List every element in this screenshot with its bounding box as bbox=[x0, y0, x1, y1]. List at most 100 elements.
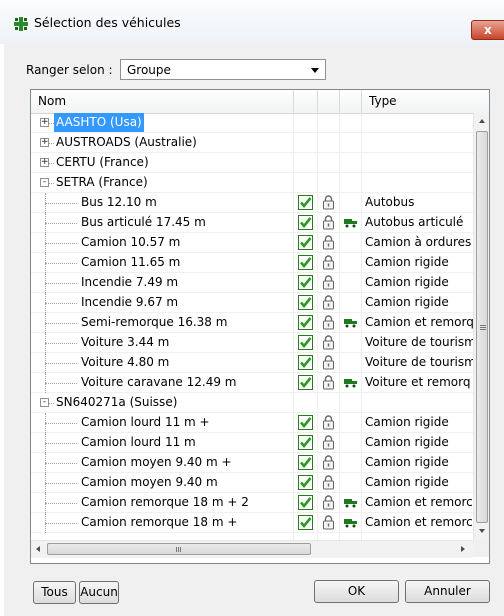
ok-button[interactable]: OK bbox=[314, 580, 399, 603]
checkbox-checked-icon[interactable] bbox=[298, 415, 313, 430]
horizontal-scroll-thumb[interactable] bbox=[47, 543, 311, 555]
tree-vehicle-row[interactable]: Camion moyen 9.40 m + Camion rigide bbox=[31, 453, 473, 473]
row-type: Voiture et remorq bbox=[365, 375, 471, 389]
column-header-name[interactable]: Nom bbox=[38, 94, 66, 108]
scroll-right-icon[interactable] bbox=[461, 546, 465, 552]
padlock-icon bbox=[323, 315, 334, 330]
tree-vehicle-row[interactable]: Camion lourd 11 m Camion rigide bbox=[31, 433, 473, 453]
collapse-icon[interactable]: - bbox=[40, 178, 49, 187]
close-button[interactable]: x bbox=[471, 20, 504, 40]
tree-connector bbox=[45, 463, 77, 464]
tree-vehicle-row[interactable]: Incendie 7.49 m Camion rigide bbox=[31, 273, 473, 293]
tree-vehicle-row[interactable]: Camion 10.57 m Camion à ordures bbox=[31, 233, 473, 253]
row-type: Camion rigide bbox=[365, 275, 449, 289]
tree-vehicle-row[interactable]: Camion remorque 18 m + Camion et remorc bbox=[31, 513, 473, 533]
row-name: Camion moyen 9.40 m bbox=[81, 475, 218, 489]
row-type: Camion rigide bbox=[365, 475, 449, 489]
sort-select[interactable]: Groupe bbox=[120, 59, 326, 80]
tree-connector bbox=[45, 343, 77, 344]
checkbox-checked-icon[interactable] bbox=[298, 275, 313, 290]
row-type: Camion et remorc bbox=[365, 515, 473, 529]
tree-group-row[interactable]: + CERTU (France) bbox=[31, 153, 473, 173]
vertical-scroll-thumb[interactable] bbox=[476, 131, 488, 523]
row-type: Camion rigide bbox=[365, 295, 449, 309]
row-type: Camion et remorq bbox=[365, 315, 473, 329]
sort-label: Ranger selon : bbox=[26, 63, 113, 77]
row-type: Autobus bbox=[365, 195, 415, 209]
row-name: Bus 12.10 m bbox=[81, 195, 157, 209]
tree-vehicle-row[interactable]: Camion 11.65 m Camion rigide bbox=[31, 253, 473, 273]
row-type: Voiture de tourism bbox=[365, 335, 473, 349]
tree-connector bbox=[45, 423, 77, 424]
tree-vehicle-row[interactable]: Camion lourd 11 m + Camion rigide bbox=[31, 413, 473, 433]
checkbox-checked-icon[interactable] bbox=[298, 295, 313, 310]
tree-vehicle-row[interactable]: Camion moyen 9.40 m Camion rigide bbox=[31, 473, 473, 493]
row-name: Voiture 3.44 m bbox=[81, 335, 170, 349]
row-name: Incendie 9.67 m bbox=[81, 295, 179, 309]
tree-connector bbox=[45, 263, 77, 264]
tree-vehicle-row[interactable]: Semi-remorque 16.38 m Camion et remorq bbox=[31, 313, 473, 333]
trailer-icon bbox=[344, 379, 357, 388]
header-separator bbox=[361, 90, 362, 113]
checkbox-checked-icon[interactable] bbox=[298, 455, 313, 470]
checkbox-checked-icon[interactable] bbox=[298, 515, 313, 530]
row-type: Camion rigide bbox=[365, 455, 449, 469]
tree-vehicle-row[interactable]: Bus 12.10 m Autobus bbox=[31, 193, 473, 213]
padlock-icon bbox=[323, 195, 334, 210]
select-none-button[interactable]: Aucun bbox=[79, 581, 119, 604]
row-type: Camion rigide bbox=[365, 435, 449, 449]
scroll-left-icon[interactable] bbox=[36, 546, 40, 552]
vertical-scrollbar[interactable] bbox=[473, 113, 489, 540]
tree-connector bbox=[45, 363, 77, 364]
row-type: Camion rigide bbox=[365, 255, 449, 269]
tree-connector bbox=[45, 283, 77, 284]
padlock-icon bbox=[323, 375, 334, 390]
row-name: Camion remorque 18 m + bbox=[81, 515, 238, 529]
checkbox-checked-icon[interactable] bbox=[298, 495, 313, 510]
trailer-icon bbox=[344, 499, 357, 508]
scrollbar-corner bbox=[473, 540, 489, 557]
checkbox-checked-icon[interactable] bbox=[298, 255, 313, 270]
checkbox-checked-icon[interactable] bbox=[298, 435, 313, 450]
tree-group-row[interactable]: + AASHTO (Usa) bbox=[31, 113, 473, 133]
tree-vehicle-row[interactable]: Camion remorque 18 m + 2 Camion et remorc bbox=[31, 493, 473, 513]
tree-connector bbox=[45, 483, 77, 484]
row-name: Camion lourd 11 m + bbox=[81, 415, 210, 429]
scroll-up-icon[interactable] bbox=[479, 119, 485, 123]
column-header-type[interactable]: Type bbox=[369, 94, 397, 108]
row-type: Autobus articulé bbox=[365, 215, 464, 229]
cancel-button[interactable]: Annuler bbox=[405, 580, 490, 603]
tree-vehicle-row[interactable]: Voiture caravane 12.49 m Voiture et remor… bbox=[31, 373, 473, 393]
tree-vehicle-row[interactable]: Incendie 9.67 m Camion rigide bbox=[31, 293, 473, 313]
title-bar: Sélection des véhicules x bbox=[0, 0, 504, 44]
row-name: Bus articulé 17.45 m bbox=[81, 215, 206, 229]
row-name: Voiture 4.80 m bbox=[81, 355, 170, 369]
checkbox-checked-icon[interactable] bbox=[298, 335, 313, 350]
checkbox-checked-icon[interactable] bbox=[298, 375, 313, 390]
scroll-down-icon[interactable] bbox=[479, 529, 485, 533]
checkbox-checked-icon[interactable] bbox=[298, 355, 313, 370]
checkbox-checked-icon[interactable] bbox=[298, 235, 313, 250]
tree-vehicle-row[interactable]: Voiture 3.44 m Voiture de tourism bbox=[31, 333, 473, 353]
padlock-icon bbox=[323, 435, 334, 450]
tree-group-row[interactable]: + AUSTROADS (Australie) bbox=[31, 133, 473, 153]
expand-icon[interactable]: + bbox=[40, 158, 49, 167]
expand-icon[interactable]: + bbox=[40, 138, 49, 147]
row-type: Camion et remorc bbox=[365, 495, 473, 509]
checkbox-checked-icon[interactable] bbox=[298, 315, 313, 330]
checkbox-checked-icon[interactable] bbox=[298, 475, 313, 490]
row-name: CERTU (France) bbox=[56, 155, 149, 169]
select-all-button[interactable]: Tous bbox=[33, 581, 76, 604]
horizontal-scrollbar[interactable] bbox=[31, 540, 473, 558]
vehicle-tree-list[interactable]: Nom Type + AASHTO (Usa) + AUSTROADS (Austra… bbox=[30, 89, 490, 564]
tree-connector bbox=[45, 323, 77, 324]
tree-vehicle-row[interactable]: Voiture 4.80 m Voiture de tourism bbox=[31, 353, 473, 373]
checkbox-checked-icon[interactable] bbox=[298, 215, 313, 230]
trailer-icon bbox=[344, 219, 357, 228]
tree-group-row[interactable]: - SN640271a (Suisse) bbox=[31, 393, 473, 413]
tree-group-row[interactable]: - SETRA (France) bbox=[31, 173, 473, 193]
checkbox-checked-icon[interactable] bbox=[298, 195, 313, 210]
tree-vehicle-row[interactable]: Bus articulé 17.45 m Autobus articulé bbox=[31, 213, 473, 233]
collapse-icon[interactable]: - bbox=[40, 398, 49, 407]
expand-icon[interactable]: + bbox=[40, 118, 49, 127]
